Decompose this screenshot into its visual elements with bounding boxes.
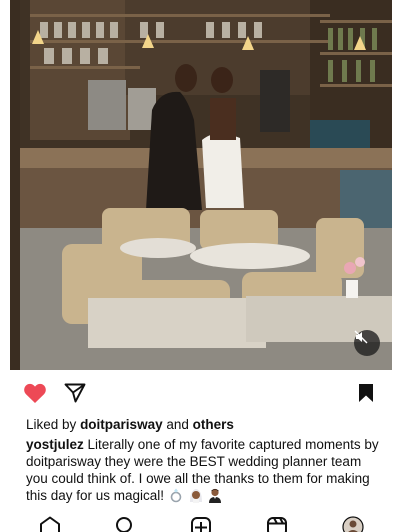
mute-toggle-button[interactable]: [354, 330, 380, 356]
bookmark-filled-icon[interactable]: [358, 383, 374, 403]
post-actions-bar: [0, 382, 400, 408]
speaker-muted-icon: [354, 330, 368, 344]
profile-avatar[interactable]: [342, 516, 364, 532]
post-photo[interactable]: [10, 0, 392, 370]
create-icon[interactable]: [190, 516, 212, 532]
cafe-wedding-scene: [10, 0, 392, 370]
caption-emojis: [168, 488, 224, 503]
bottom-navigation-bar: [0, 512, 400, 532]
caption-username-link[interactable]: yostjulez: [26, 437, 84, 452]
heart-filled-icon[interactable]: [23, 382, 47, 404]
liked-by-and: and: [166, 417, 189, 432]
bride-with-veil-icon: [189, 489, 202, 503]
post-caption: yostjulez Literally one of my favorite c…: [26, 436, 382, 504]
reels-icon[interactable]: [266, 516, 288, 532]
liked-by-prefix: Liked by: [26, 417, 77, 432]
liked-by-line: Liked by doitparisway and others: [26, 417, 234, 432]
search-icon[interactable]: [114, 516, 136, 532]
man-in-tuxedo-icon: [209, 488, 222, 503]
liked-by-user-link[interactable]: doitparisway: [80, 417, 163, 432]
ring-icon: [170, 488, 182, 503]
paper-plane-icon[interactable]: [64, 383, 86, 403]
home-icon[interactable]: [38, 516, 62, 532]
liked-by-others-link[interactable]: others: [193, 417, 234, 432]
